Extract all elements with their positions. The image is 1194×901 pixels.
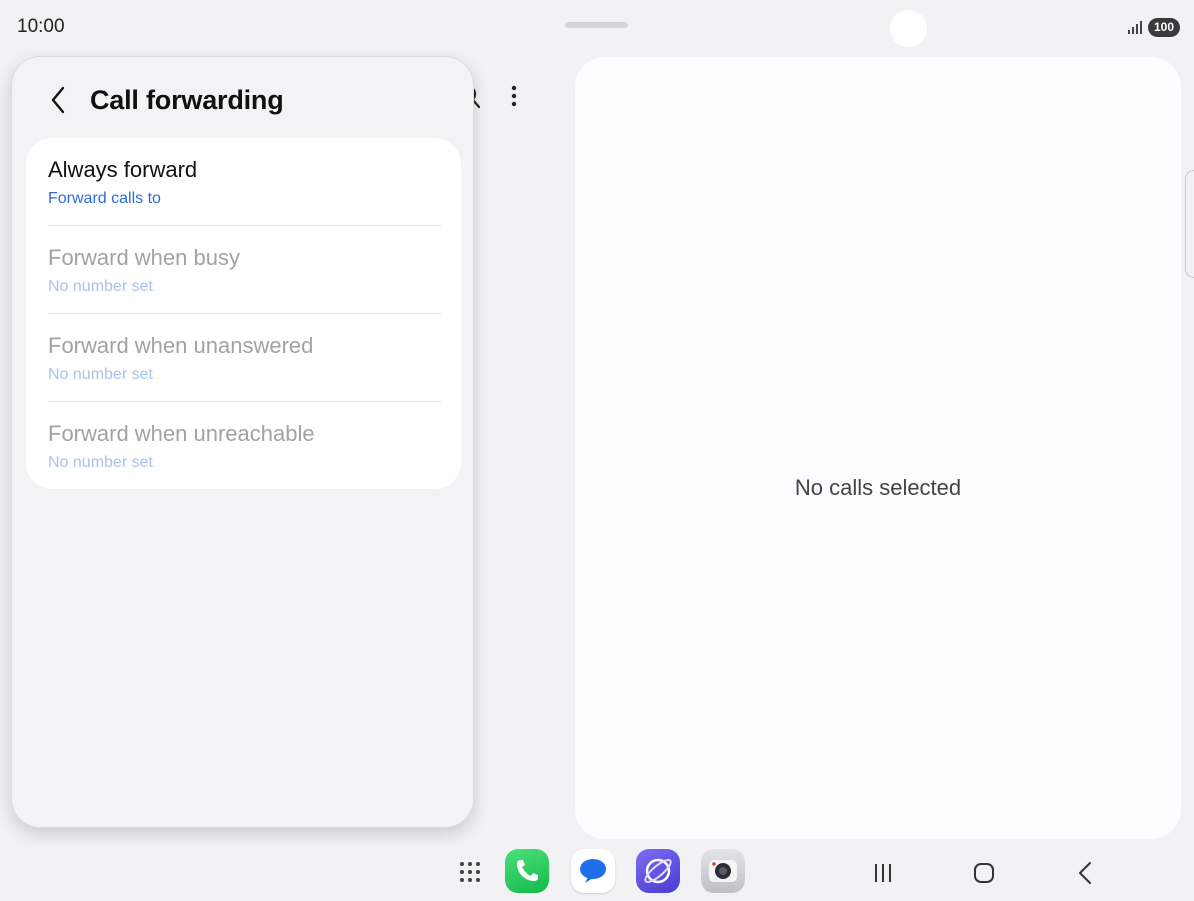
front-camera-cutout [890, 10, 927, 47]
back-arrow-icon[interactable] [44, 83, 72, 117]
list-item-subtitle: Forward calls to [48, 190, 161, 207]
forwarding-options-list: Always forward Forward calls to Forward … [26, 138, 461, 489]
call-forwarding-popup: Call forwarding Always forward Forward c… [12, 57, 473, 827]
empty-state-text: No calls selected [794, 475, 962, 500]
signal-icon [1128, 21, 1142, 34]
list-item-title: Forward when busy [48, 245, 240, 270]
list-item-subtitle: No number set [48, 278, 153, 295]
status-time: 10:00 [17, 16, 65, 37]
battery-icon: 100 [1148, 18, 1180, 37]
forward-when-unanswered-item[interactable]: Forward when unanswered No number set [48, 313, 441, 401]
window-drag-handle[interactable] [565, 22, 628, 28]
forward-when-unreachable-item[interactable]: Forward when unreachable No number set [48, 401, 441, 489]
edge-panel-handle[interactable] [1185, 170, 1194, 278]
recents-icon[interactable] [868, 858, 898, 888]
forward-when-busy-item[interactable]: Forward when busy No number set [48, 225, 441, 313]
list-item-title: Always forward [48, 157, 198, 182]
always-forward-item[interactable]: Always forward Forward calls to [48, 138, 441, 225]
camera-app-icon[interactable] [701, 849, 745, 893]
popup-header: Call forwarding [12, 57, 473, 137]
status-bar: 10:00 100 [0, 0, 1194, 56]
list-item-title: Forward when unanswered [48, 333, 314, 358]
taskbar [0, 846, 1194, 901]
list-item-subtitle: No number set [48, 454, 153, 471]
home-icon[interactable] [969, 858, 999, 888]
list-item-title: Forward when unreachable [48, 421, 315, 446]
list-item-subtitle: No number set [48, 366, 153, 383]
page-title: Call forwarding [90, 85, 284, 115]
call-detail-pane: No calls selected [575, 57, 1181, 839]
phone-app-icon[interactable] [505, 849, 549, 893]
app-drawer-icon[interactable] [458, 860, 482, 884]
messages-app-icon[interactable] [571, 849, 615, 893]
back-icon[interactable] [1071, 858, 1101, 888]
more-options-icon[interactable] [506, 82, 522, 112]
internet-app-icon[interactable] [636, 849, 680, 893]
